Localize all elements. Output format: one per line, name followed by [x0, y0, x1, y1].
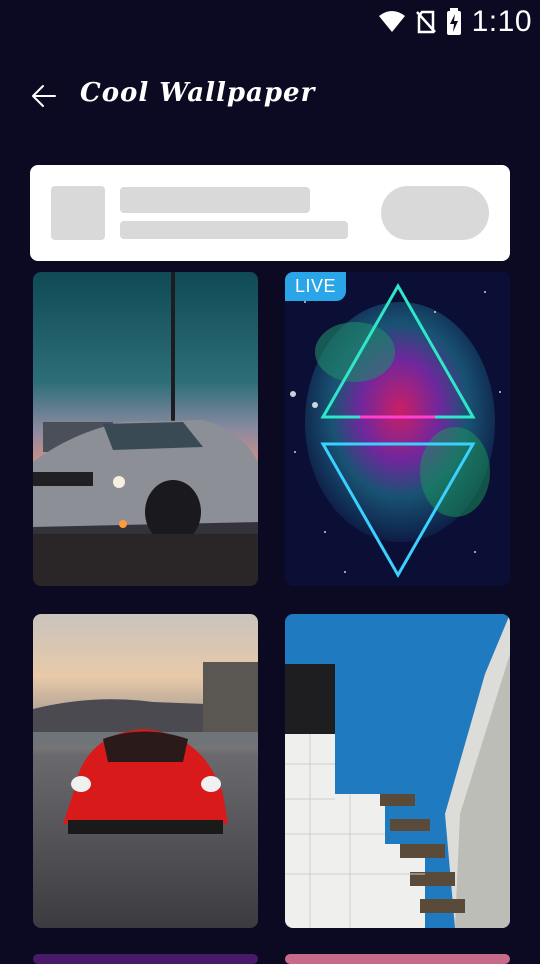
ad-subtitle-placeholder: [120, 221, 348, 239]
ad-button-placeholder[interactable]: [381, 186, 489, 240]
wallpaper-tile-partial-right[interactable]: [285, 954, 510, 964]
wallpaper-tile-muscle-car[interactable]: [33, 272, 258, 586]
live-badge: LIVE: [285, 272, 347, 301]
neon-galaxy-image: [285, 272, 510, 586]
ad-title-placeholder: [120, 187, 310, 213]
wallpaper-tile-partial-left[interactable]: [33, 954, 258, 964]
muscle-car-image: [33, 272, 258, 586]
white-building-image: [285, 614, 510, 928]
wallpaper-tile-white-building[interactable]: [285, 614, 510, 928]
no-sim-icon: [415, 10, 436, 34]
status-time: 1:10: [471, 5, 532, 38]
header: Cool Wallpaper: [0, 70, 540, 122]
status-icons: 1:10: [378, 4, 532, 40]
wifi-icon: [378, 11, 405, 32]
wallpaper-tile-red-sports-car[interactable]: [33, 614, 258, 928]
battery-charging-icon: [446, 8, 461, 35]
wallpaper-tile-neon-galaxy[interactable]: LIVE: [285, 272, 510, 586]
page-title: Cool Wallpaper: [80, 78, 316, 108]
ad-banner-placeholder[interactable]: [30, 165, 510, 261]
status-bar: 1:10: [0, 0, 540, 44]
ad-thumbnail-placeholder: [51, 186, 105, 240]
red-sports-car-image: [33, 614, 258, 928]
back-arrow-icon[interactable]: [28, 80, 60, 112]
